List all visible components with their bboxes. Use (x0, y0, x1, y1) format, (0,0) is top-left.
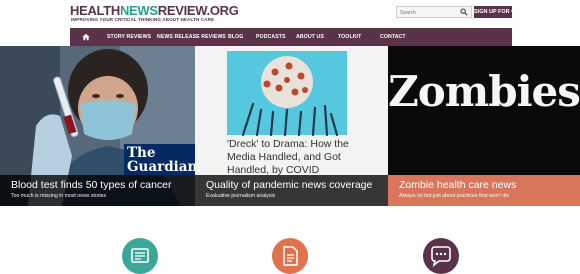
hero-slide-title[interactable]: Quality of pandemic news coverage (206, 179, 388, 191)
hero-carousel: The Guardian Blood test finds 50 types o… (0, 46, 580, 206)
search-icon[interactable] (460, 8, 468, 16)
logo-tagline: IMPROVING YOUR CRITICAL THINKING ABOUT H… (71, 17, 215, 22)
article-headline: 'Dreck' to Drama: How the Media Handled,… (227, 138, 349, 176)
hero-slide-subtitle: Always on but just about practices that … (399, 193, 510, 199)
logo-part-review: REVIEW.ORG (157, 3, 239, 18)
hero-slide-title[interactable]: Zombie health care news (399, 179, 580, 191)
speech-bubble-icon (431, 246, 451, 268)
hero-slide-title[interactable]: Blood test finds 50 types of cancer (11, 179, 195, 191)
zombies-graphic-text: Zombies (388, 67, 580, 116)
nav-item-story-reviews[interactable]: STORY REVIEWS (107, 28, 151, 46)
site-header: HEALTHNEWSREVIEW.ORG IMPROVING YOUR CRIT… (0, 0, 580, 28)
hero-slide-pandemic-coverage[interactable]: 'Dreck' to Drama: How the Media Handled,… (195, 46, 388, 206)
feature-icons-row (0, 206, 580, 274)
main-nav: STORY REVIEWS NEWS RELEASE REVIEWS BLOG … (70, 28, 512, 46)
nav-item-toolkit[interactable]: TOOLKIT (338, 28, 361, 46)
guardian-badge: The Guardian (124, 144, 195, 175)
hero-caption: Blood test finds 50 types of cancer Too … (0, 175, 195, 206)
document-icon-circle[interactable] (272, 238, 308, 274)
hero-slide-zombie-news[interactable]: Zombies Zombie health care news Always o… (388, 46, 580, 206)
hero-slide-subtitle: Too much is missing in most news stories (11, 193, 107, 199)
hero-slide-subtitle: Evaluative journalism analysis (206, 193, 276, 199)
nav-item-news-release-reviews[interactable]: NEWS RELEASE REVIEWS (157, 28, 226, 46)
nav-item-podcasts[interactable]: PODCASTS (256, 28, 286, 46)
search-box[interactable] (396, 6, 472, 18)
document-icon (283, 246, 298, 266)
newspaper-icon (131, 248, 149, 263)
newspaper-icon-circle[interactable] (122, 238, 158, 274)
hero-caption: Zombie health care news Always on but ju… (388, 175, 580, 206)
logo-part-health: HEALTH (70, 3, 120, 18)
nav-item-blog[interactable]: BLOG (228, 28, 243, 46)
speech-bubble-icon-circle[interactable] (423, 238, 459, 274)
search-input[interactable] (400, 8, 458, 17)
home-icon[interactable] (82, 33, 90, 41)
logo-wordmark: HEALTHNEWSREVIEW.ORG (70, 3, 239, 18)
hero-caption: Quality of pandemic news coverage Evalua… (195, 175, 388, 206)
hero-slide-blood-test[interactable]: The Guardian Blood test finds 50 types o… (0, 46, 195, 206)
page: HEALTHNEWSREVIEW.ORG IMPROVING YOUR CRIT… (0, 0, 580, 274)
nav-item-contact[interactable]: CONTACT (380, 28, 406, 46)
logo-part-news: NEWS (119, 3, 158, 18)
nav-item-about-us[interactable]: ABOUT US (296, 28, 324, 46)
signup-button[interactable]: SIGN UP FOR ▾ (474, 6, 514, 18)
site-logo[interactable]: HEALTHNEWSREVIEW.ORG IMPROVING YOUR CRIT… (70, 3, 239, 25)
